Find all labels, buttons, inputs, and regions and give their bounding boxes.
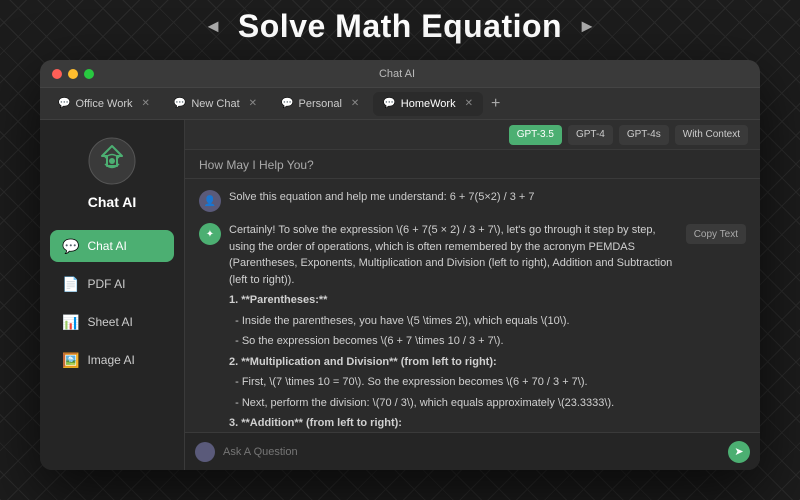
page-title: Solve Math Equation xyxy=(238,8,562,45)
ai-text-step1-2: - So the expression becomes \(6 + 7 \tim… xyxy=(229,333,678,350)
tab-label-homework: HomeWork xyxy=(401,98,456,110)
sidebar-item-image-ai[interactable]: 🖼️ Image AI xyxy=(50,344,174,376)
sidebar-item-chat-ai[interactable]: 💬 Chat AI xyxy=(50,230,174,262)
tab-close-personal[interactable]: ✕ xyxy=(351,98,359,109)
close-button[interactable] xyxy=(52,69,62,79)
tab-close-homework[interactable]: ✕ xyxy=(465,98,473,109)
tabs-bar: 💬 Office Work ✕ 💬 New Chat ✕ 💬 Personal … xyxy=(40,88,760,120)
ai-text-step1-header: 1. **Parentheses:** xyxy=(229,292,678,309)
toolbar-btn-gpt4[interactable]: GPT-4 xyxy=(568,125,613,145)
user-message-content: Solve this equation and help me understa… xyxy=(229,189,746,206)
tab-label-personal: Personal xyxy=(299,98,342,110)
add-tab-button[interactable]: + xyxy=(487,95,504,113)
tab-icon-new-chat: 💬 xyxy=(174,98,186,109)
chat-toolbar: GPT-3.5 GPT-4 GPT-4s With Context xyxy=(185,120,760,150)
toolbar-btn-gpt35[interactable]: GPT-3.5 xyxy=(509,125,562,145)
user-message-text: Solve this equation and help me understa… xyxy=(229,191,534,203)
tab-icon-office-work: 💬 xyxy=(58,98,70,109)
help-header-text: How May I Help You? xyxy=(199,158,314,172)
help-header: How May I Help You? xyxy=(185,150,760,179)
sidebar-item-label-sheet-ai: Sheet AI xyxy=(87,315,132,329)
ai-text-step2-header: 2. **Multiplication and Division** (from… xyxy=(229,354,678,371)
window-title: Chat AI xyxy=(106,68,688,80)
maximize-button[interactable] xyxy=(84,69,94,79)
send-icon: ➤ xyxy=(734,445,743,458)
sidebar-app-name: Chat AI xyxy=(88,194,136,210)
ai-text-intro: Certainly! To solve the expression \(6 +… xyxy=(229,222,678,288)
sheet-ai-icon: 📊 xyxy=(62,314,79,331)
chat-ai-icon: 💬 xyxy=(62,238,79,255)
chat-input-bar: ➤ xyxy=(185,432,760,470)
sidebar-item-label-pdf-ai: PDF AI xyxy=(87,277,125,291)
sidebar-item-pdf-ai[interactable]: 📄 PDF AI xyxy=(50,268,174,300)
ai-text-step2-1: - First, \(7 \times 10 = 70\). So the ex… xyxy=(229,374,678,391)
tab-close-new-chat[interactable]: ✕ xyxy=(249,98,257,109)
app-logo xyxy=(87,136,137,186)
ai-text-step3-header: 3. **Addition** (from left to right): xyxy=(229,415,678,432)
sidebar-items: 💬 Chat AI 📄 PDF AI 📊 Sheet AI 🖼️ Image A… xyxy=(50,230,174,376)
chat-messages: 👤 Solve this equation and help me unders… xyxy=(185,179,760,432)
tab-close-office-work[interactable]: ✕ xyxy=(142,98,150,109)
sidebar-item-label-chat-ai: Chat AI xyxy=(87,239,126,253)
ai-text-step2-2: - Next, perform the division: \(70 / 3\)… xyxy=(229,395,678,412)
toolbar-btn-gpt4s[interactable]: GPT-4s xyxy=(619,125,669,145)
send-button[interactable]: ➤ xyxy=(728,441,750,463)
content-area: Chat AI 💬 Chat AI 📄 PDF AI 📊 Sheet AI 🖼️… xyxy=(40,120,760,470)
window-title-bar: Chat AI xyxy=(40,60,760,88)
image-ai-icon: 🖼️ xyxy=(62,352,79,369)
input-user-avatar xyxy=(195,442,215,462)
ai-message-1: ✦ Certainly! To solve the expression \(6… xyxy=(199,222,746,432)
pdf-ai-icon: 📄 xyxy=(62,276,79,293)
tab-icon-personal: 💬 xyxy=(281,98,293,109)
user-avatar: 👤 xyxy=(199,190,221,212)
top-title-bar: Solve Math Equation xyxy=(0,0,800,52)
sidebar: Chat AI 💬 Chat AI 📄 PDF AI 📊 Sheet AI 🖼️… xyxy=(40,120,185,470)
tab-personal[interactable]: 💬 Personal ✕ xyxy=(271,92,369,116)
toolbar-btn-with-context[interactable]: With Context xyxy=(675,125,748,145)
user-message-1: 👤 Solve this equation and help me unders… xyxy=(199,189,746,212)
tab-label-new-chat: New Chat xyxy=(191,98,239,110)
main-window: Chat AI 💬 Office Work ✕ 💬 New Chat ✕ 💬 P… xyxy=(40,60,760,470)
window-controls xyxy=(52,69,94,79)
copy-text-button[interactable]: Copy Text xyxy=(686,224,746,244)
chat-area: GPT-3.5 GPT-4 GPT-4s With Context How Ma… xyxy=(185,120,760,470)
sidebar-item-sheet-ai[interactable]: 📊 Sheet AI xyxy=(50,306,174,338)
minimize-button[interactable] xyxy=(68,69,78,79)
tab-label-office-work: Office Work xyxy=(75,98,132,110)
tab-new-chat[interactable]: 💬 New Chat ✕ xyxy=(164,92,267,116)
chat-input[interactable] xyxy=(223,446,720,458)
ai-text-step1-1: - Inside the parentheses, you have \(5 \… xyxy=(229,313,678,330)
tab-homework[interactable]: 💬 HomeWork ✕ xyxy=(373,92,483,116)
ai-avatar: ✦ xyxy=(199,223,221,245)
tab-office-work[interactable]: 💬 Office Work ✕ xyxy=(48,92,160,116)
ai-message-content: Certainly! To solve the expression \(6 +… xyxy=(229,222,678,432)
tab-icon-homework: 💬 xyxy=(383,98,395,109)
sidebar-item-label-image-ai: Image AI xyxy=(87,353,134,367)
